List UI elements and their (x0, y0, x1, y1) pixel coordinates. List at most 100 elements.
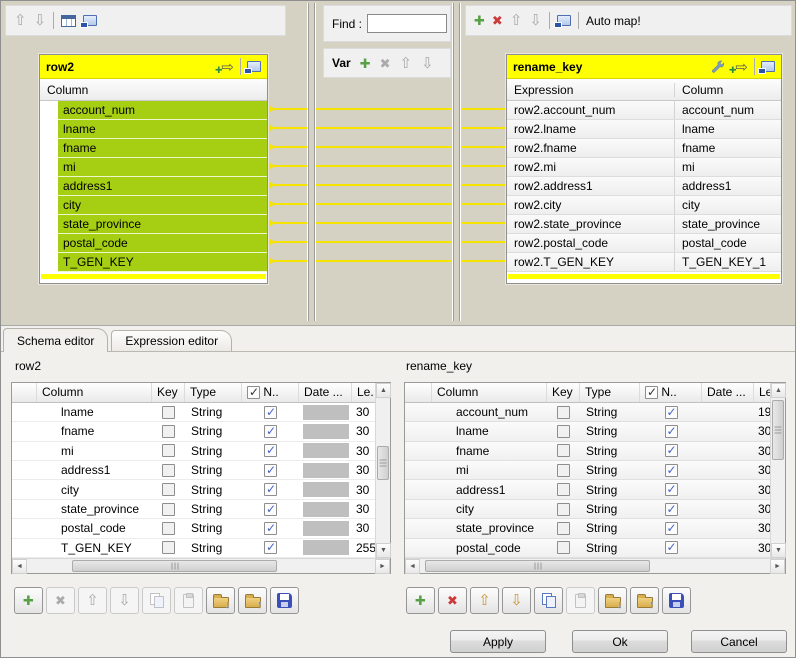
scroll-right-icon[interactable]: ► (375, 559, 390, 574)
vertical-scrollbar[interactable]: ▲ ▼ (375, 383, 390, 558)
nullable-checkbox[interactable] (665, 541, 678, 554)
key-checkbox[interactable] (162, 425, 175, 438)
output-table-header[interactable]: rename_key ⇨✚ (507, 55, 781, 79)
nullable-checkbox[interactable] (665, 503, 678, 516)
paste-icon[interactable] (566, 587, 595, 614)
paste-icon[interactable] (174, 587, 203, 614)
settings-wrench-icon[interactable] (709, 59, 724, 74)
nullable-checkbox[interactable] (264, 444, 277, 457)
schema-row[interactable]: cityString30 (12, 480, 375, 499)
key-checkbox[interactable] (162, 464, 175, 477)
nullable-checkbox[interactable] (665, 464, 678, 477)
move-down-icon[interactable]: ⇩ (502, 587, 531, 614)
key-checkbox[interactable] (557, 541, 570, 554)
output-row[interactable]: row2.postal_codepostal_code (507, 234, 781, 253)
nullable-header[interactable]: N.. (242, 383, 299, 402)
input-column-name[interactable]: address1 (58, 177, 267, 196)
mapping-link[interactable] (267, 184, 507, 186)
mapping-link[interactable] (267, 127, 507, 129)
input-column-name[interactable]: lname (58, 120, 267, 139)
input-column-name[interactable]: city (58, 196, 267, 215)
move-up-icon[interactable]: ⇧ (78, 587, 107, 614)
output-row[interactable]: row2.address1address1 (507, 177, 781, 196)
mapping-link[interactable] (267, 222, 507, 224)
key-header[interactable]: Key (152, 383, 185, 402)
scroll-left-icon[interactable]: ◄ (12, 559, 27, 574)
export-schema-icon[interactable]: ↑ (238, 587, 267, 614)
length-header[interactable]: Le. (352, 383, 375, 402)
schema-row[interactable]: miString30 (405, 461, 770, 480)
scroll-right-icon[interactable]: ► (770, 559, 785, 574)
scroll-up-icon[interactable]: ▲ (771, 383, 786, 398)
output-column-name[interactable]: city (674, 196, 781, 214)
date-header[interactable]: Date ... (299, 383, 352, 402)
nullable-checkbox[interactable] (264, 522, 277, 535)
schema-row[interactable]: lnameString30 (405, 422, 770, 441)
output-column-name[interactable]: postal_code (674, 234, 781, 252)
right-splitter-handle[interactable] (453, 3, 460, 321)
horizontal-scrollbar[interactable]: ◄ ► (12, 558, 390, 573)
save-schema-icon[interactable] (270, 587, 299, 614)
apply-button[interactable]: Apply (450, 630, 546, 653)
add-column-arrow-icon[interactable]: ⇨✚ (216, 59, 234, 74)
scrollbar-thumb[interactable] (772, 400, 784, 460)
export-schema-icon[interactable]: ↑ (630, 587, 659, 614)
key-checkbox[interactable] (162, 503, 175, 516)
output-row[interactable]: row2.mimi (507, 158, 781, 177)
column-header[interactable]: Column (432, 383, 547, 402)
scrollbar-thumb[interactable] (377, 446, 389, 480)
schema-row[interactable]: address1String30 (12, 461, 375, 480)
key-checkbox[interactable] (162, 522, 175, 535)
type-header[interactable]: Type (580, 383, 640, 402)
type-header[interactable]: Type (185, 383, 242, 402)
tab-schema-editor[interactable]: Schema editor (3, 328, 108, 352)
output-column-name[interactable]: account_num (674, 101, 781, 119)
schema-row[interactable]: postal_codeString30 (405, 539, 770, 558)
input-table-header[interactable]: row2 ⇨✚ (40, 55, 267, 79)
output-row[interactable]: row2.state_provincestate_province (507, 215, 781, 234)
move-up-icon[interactable]: ⇧ (470, 587, 499, 614)
output-expression[interactable]: row2.city (507, 196, 674, 214)
output-column-name[interactable]: lname (674, 120, 781, 138)
ok-button[interactable]: Ok (572, 630, 668, 653)
input-column-name[interactable]: postal_code (58, 234, 267, 253)
schema-row[interactable]: address1String30 (405, 480, 770, 499)
nullable-all-checkbox[interactable] (247, 386, 260, 399)
output-expression[interactable]: row2.mi (507, 158, 674, 176)
output-row[interactable]: row2.citycity (507, 196, 781, 215)
date-header[interactable]: Date ... (702, 383, 754, 402)
output-row[interactable]: row2.T_GEN_KEYT_GEN_KEY_1 (507, 253, 781, 272)
import-schema-icon[interactable]: ↓ (598, 587, 627, 614)
output-expression[interactable]: row2.postal_code (507, 234, 674, 252)
add-column-arrow-icon[interactable]: ⇨✚ (730, 59, 748, 74)
schema-row[interactable]: lnameString30 (12, 403, 375, 422)
scroll-down-icon[interactable]: ▼ (771, 543, 786, 558)
input-row[interactable]: mi (40, 158, 267, 177)
output-column-name[interactable]: fname (674, 139, 781, 157)
mapping-link[interactable] (267, 165, 507, 167)
schema-row[interactable]: fnameString30 (12, 422, 375, 441)
mapping-link[interactable] (267, 241, 507, 243)
input-row[interactable]: city (40, 196, 267, 215)
schema-row[interactable]: state_provinceString30 (405, 519, 770, 538)
output-expression[interactable]: row2.fname (507, 139, 674, 157)
minimize-table-icon[interactable] (761, 61, 775, 72)
nullable-header[interactable]: N.. (640, 383, 702, 402)
input-row[interactable]: fname (40, 139, 267, 158)
key-checkbox[interactable] (162, 483, 175, 496)
input-row[interactable]: T_GEN_KEY (40, 253, 267, 272)
nullable-checkbox[interactable] (264, 425, 277, 438)
move-down-icon[interactable]: ⇩ (110, 587, 139, 614)
schema-row[interactable]: account_numString19 (405, 403, 770, 422)
mapping-link[interactable] (267, 260, 507, 262)
nullable-checkbox[interactable] (264, 464, 277, 477)
cancel-button[interactable]: Cancel (691, 630, 787, 653)
key-header[interactable]: Key (547, 383, 580, 402)
output-column-name[interactable]: state_province (674, 215, 781, 233)
nullable-checkbox[interactable] (264, 503, 277, 516)
schema-row[interactable]: T_GEN_KEYString255 (12, 539, 375, 558)
key-checkbox[interactable] (557, 425, 570, 438)
minimize-table-icon[interactable] (247, 61, 261, 72)
nullable-checkbox[interactable] (665, 425, 678, 438)
output-row[interactable]: row2.lnamelname (507, 120, 781, 139)
